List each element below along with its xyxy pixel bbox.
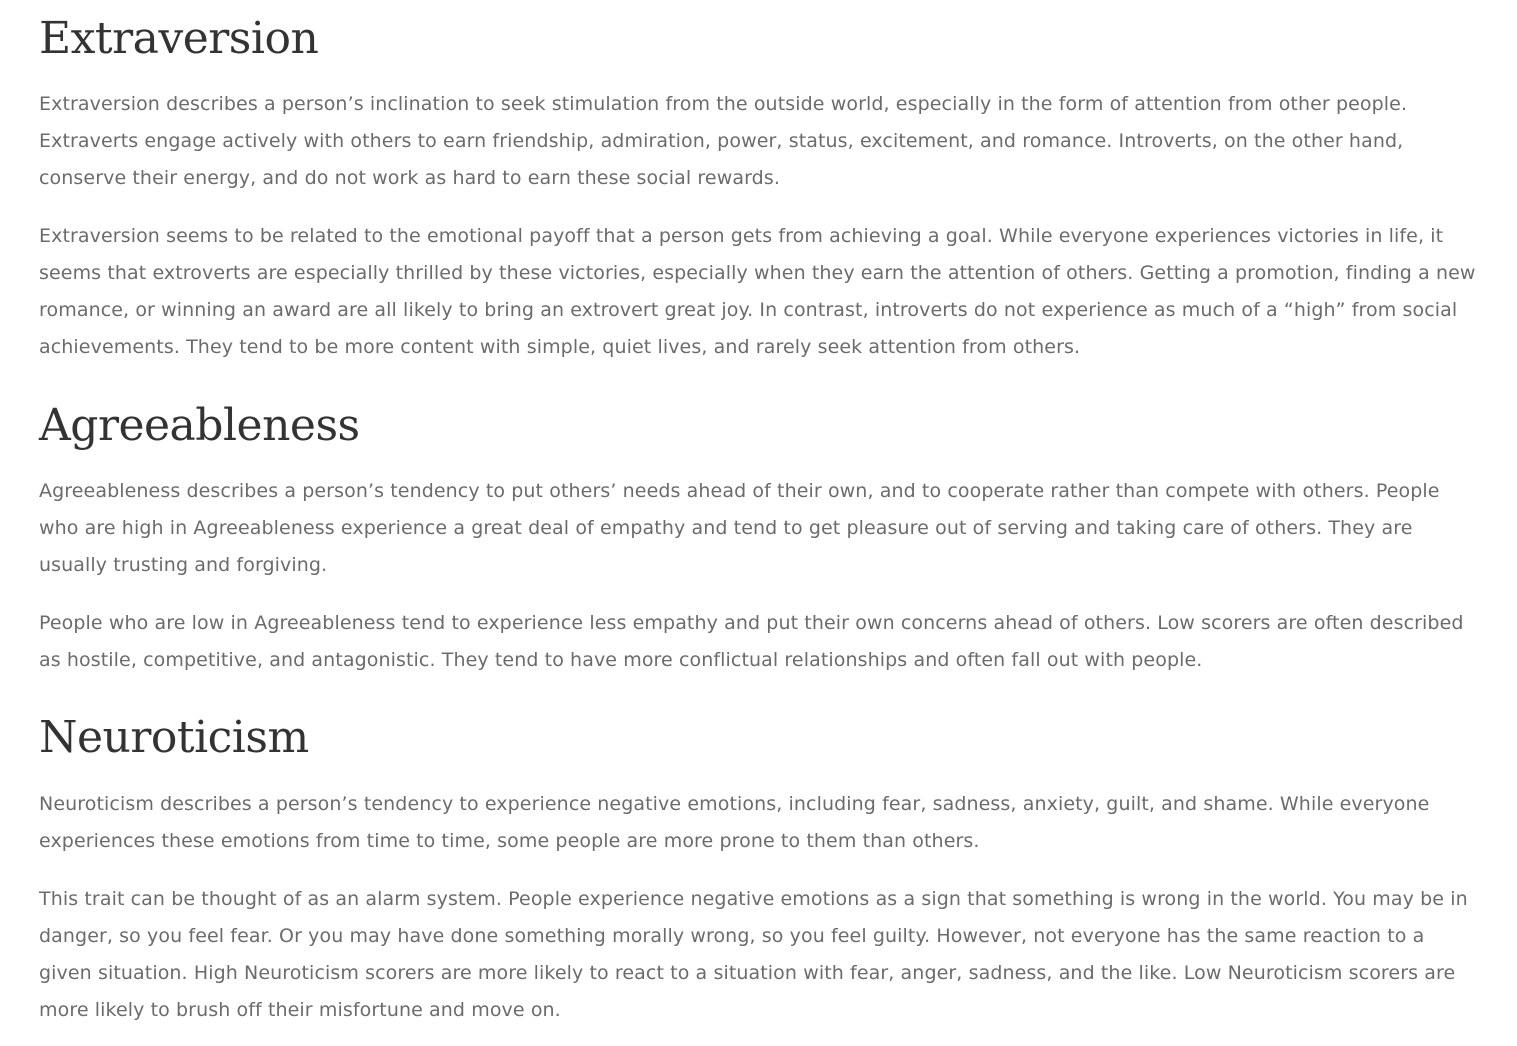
neuroticism-paragraph-1: Neuroticism describes a person’s tendenc… [39,793,1430,852]
extraversion-paragraph-2: Extraversion seems to be related to the … [39,225,1476,358]
section-heading-agreeableness: Agreeableness [39,400,360,451]
neuroticism-paragraph-2: This trait can be thought of as an alarm… [39,888,1468,1021]
section-heading-neuroticism: Neuroticism [39,712,309,763]
agreeableness-paragraph-2: People who are low in Agreeableness tend… [39,612,1464,671]
section-heading-extraversion: Extraversion [39,13,319,64]
agreeableness-paragraph-1: Agreeableness describes a person’s tende… [39,480,1440,576]
extraversion-paragraph-1: Extraversion describes a person’s inclin… [39,93,1408,189]
